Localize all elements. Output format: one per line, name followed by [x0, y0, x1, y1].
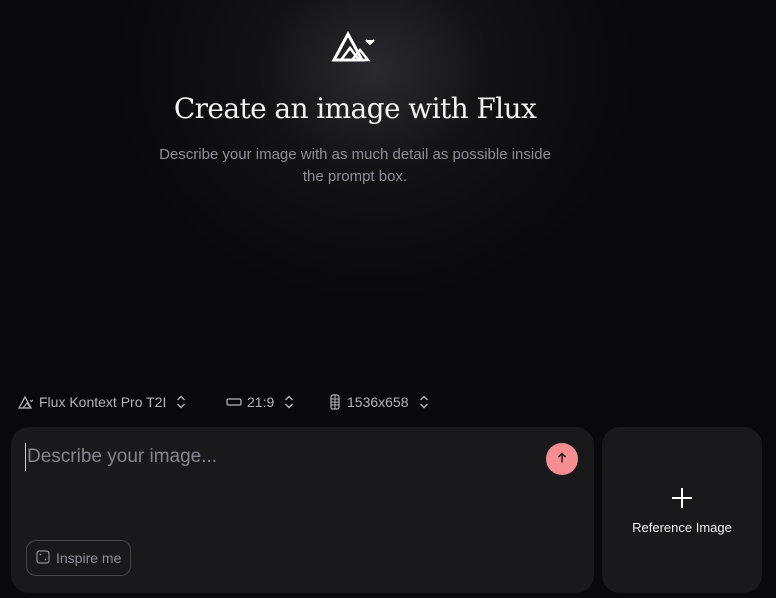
chevron-up-down-icon: [176, 395, 186, 409]
inspire-me-button[interactable]: Inspire me: [26, 540, 131, 576]
resolution-label: 1536x658: [347, 394, 409, 410]
reference-image-button[interactable]: Reference Image: [602, 427, 762, 593]
reference-image-label: Reference Image: [632, 520, 732, 535]
flux-model-icon: [18, 395, 34, 409]
page-subtitle: Describe your image with as much detail …: [159, 146, 551, 185]
resolution-selector[interactable]: 1536x658: [328, 390, 468, 414]
prompt-card: Inspire me: [11, 427, 594, 593]
prompt-input[interactable]: [25, 443, 525, 471]
resolution-icon: [328, 394, 342, 410]
aspect-ratio-label: 21:9: [247, 394, 275, 410]
model-selector-label: Flux Kontext Pro T2I: [39, 394, 167, 410]
chevron-up-down-icon: [419, 395, 429, 409]
generation-settings: Flux Kontext Pro T2I 21:9 1536x658: [18, 390, 468, 414]
arrow-up-icon: [556, 451, 568, 467]
model-selector[interactable]: Flux Kontext Pro T2I: [18, 390, 226, 414]
inspire-me-label: Inspire me: [56, 550, 122, 566]
aspect-ratio-selector[interactable]: 21:9: [226, 390, 328, 414]
dice-icon: [36, 549, 50, 567]
flux-logo-icon: [331, 30, 375, 62]
aspect-ratio-icon: [226, 397, 242, 407]
plus-icon: [672, 488, 692, 508]
page-title: Create an image with Flux: [173, 92, 537, 125]
submit-button[interactable]: [546, 443, 578, 475]
chevron-up-down-icon: [284, 395, 294, 409]
